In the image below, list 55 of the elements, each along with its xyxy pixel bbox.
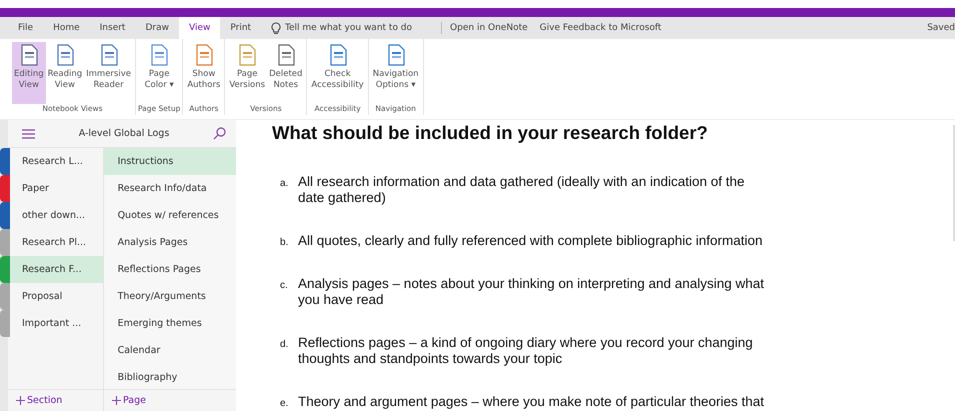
- page-item[interactable]: Instructions: [104, 148, 236, 175]
- menu-icon[interactable]: [22, 128, 35, 138]
- menu-tab[interactable]: Home: [43, 17, 90, 39]
- list-marker: e.: [280, 398, 290, 409]
- section-item[interactable]: Research Pl...: [10, 229, 103, 256]
- section-item[interactable]: other down...: [10, 202, 103, 229]
- ribbon-button[interactable]: Editing View: [12, 42, 46, 104]
- page-item[interactable]: Quotes w/ references: [104, 202, 236, 229]
- ribbon-button[interactable]: Check Accessibility: [309, 42, 366, 104]
- list-item-text: Analysis pages – notes about your thinking on interpreting and analysing what you have read: [298, 276, 766, 308]
- plus-icon: [16, 396, 25, 405]
- menu-link[interactable]: Open in OneNote: [450, 23, 528, 33]
- page-item[interactable]: Analysis Pages: [104, 229, 236, 256]
- menu-tab[interactable]: Print: [220, 17, 262, 39]
- page-item[interactable]: Theory/Arguments: [104, 283, 236, 310]
- menu-link[interactable]: Give Feedback to Microsoft: [540, 23, 662, 33]
- notebook-title[interactable]: A-level Global Logs: [78, 128, 170, 139]
- list-item-text: All research information and data gathered (ideally with an indication of the date gathered): [298, 174, 746, 206]
- section-item[interactable]: Important ...: [10, 310, 103, 337]
- list-marker: a.: [280, 178, 290, 189]
- lightbulb-icon: [271, 22, 282, 34]
- add-page-button[interactable]: Page: [103, 390, 152, 411]
- section-item[interactable]: Paper: [10, 175, 103, 202]
- menu-tab[interactable]: File: [8, 17, 44, 39]
- ribbon-button[interactable]: Page Color ▾: [142, 42, 176, 104]
- save-status: Saved: [927, 23, 955, 33]
- ribbon-button[interactable]: Show Authors: [185, 42, 222, 104]
- page-item[interactable]: Emerging themes: [104, 310, 236, 337]
- add-section-button[interactable]: Section: [8, 390, 103, 411]
- section-item[interactable]: Research L...: [10, 148, 103, 175]
- page-item[interactable]: Research Info/data: [104, 175, 236, 202]
- page-item[interactable]: Calendar: [104, 337, 236, 364]
- menu-tab[interactable]: View: [178, 17, 220, 39]
- list-marker: c.: [280, 280, 289, 291]
- ribbon-button[interactable]: Deleted Notes: [267, 42, 304, 104]
- menu-tab[interactable]: Draw: [135, 17, 179, 39]
- page-title: What should be included in your research folder?: [272, 122, 709, 144]
- list-marker: d.: [280, 339, 290, 350]
- search-icon[interactable]: [212, 127, 226, 140]
- list-item-text: Reflections pages – a kind of ongoing diary where you record your changing thoughts and standpoints towards your topic: [298, 335, 754, 367]
- list-item-text: Theory and argument pages – where you make note of particular theories that: [298, 394, 766, 410]
- scrollbar[interactable]: [953, 125, 955, 241]
- search-field[interactable]: Tell me what you want to do: [285, 23, 436, 33]
- page-item[interactable]: Bibliography: [104, 364, 236, 391]
- section-item[interactable]: Proposal: [10, 283, 103, 310]
- menu-tab[interactable]: Insert: [90, 17, 136, 39]
- ribbon-button[interactable]: Page Versions: [227, 42, 268, 104]
- page-item[interactable]: Reflections Pages: [104, 256, 236, 283]
- section-item[interactable]: Research F...: [10, 256, 103, 283]
- list-item-text: All quotes, clearly and fully referenced with complete bibliographic information: [298, 233, 764, 249]
- ribbon-button[interactable]: Immersive Reader: [84, 42, 133, 104]
- list-marker: b.: [280, 237, 290, 248]
- ribbon-button[interactable]: Reading View: [46, 42, 84, 104]
- ribbon-button[interactable]: Navigation Options ▾: [370, 42, 421, 104]
- plus-icon: [112, 396, 121, 405]
